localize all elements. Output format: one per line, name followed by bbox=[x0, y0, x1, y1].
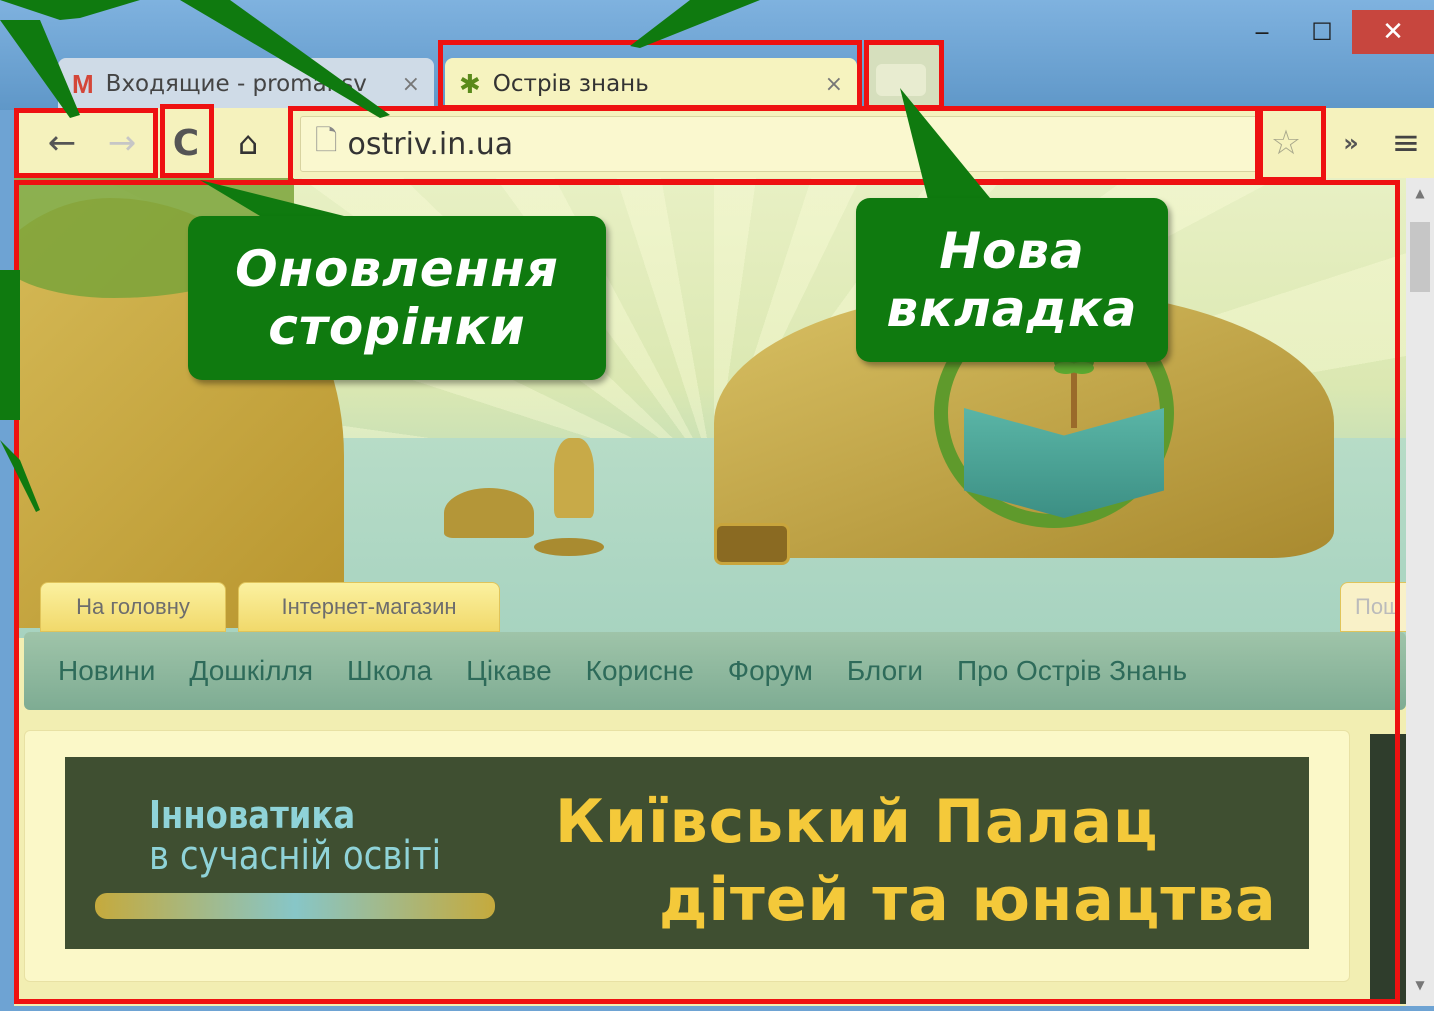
close-window-button[interactable]: ✕ bbox=[1352, 10, 1434, 54]
window-controls: ‒ ☐ ✕ bbox=[1232, 10, 1434, 54]
tab-inbox[interactable]: M Входящие - promansv × bbox=[58, 58, 434, 110]
highlight-active-tab bbox=[438, 40, 862, 110]
tab-close-icon[interactable]: × bbox=[402, 72, 420, 97]
highlight-reload-button bbox=[160, 104, 214, 178]
extensions-overflow-button[interactable]: » bbox=[1336, 118, 1366, 168]
gmail-icon: M bbox=[72, 68, 94, 99]
home-button[interactable]: ⌂ bbox=[226, 118, 270, 168]
highlight-bookmark-star bbox=[1258, 106, 1326, 182]
new-tab-callout-line-2: вкладка bbox=[886, 280, 1138, 338]
highlight-address-bar bbox=[288, 106, 1260, 184]
new-tab-callout-line-1: Нова bbox=[939, 222, 1085, 280]
highlight-new-tab bbox=[864, 40, 944, 110]
highlight-navigation-buttons bbox=[14, 108, 158, 178]
maximize-button[interactable]: ☐ bbox=[1292, 10, 1352, 54]
scroll-up-icon[interactable]: ▲ bbox=[1406, 186, 1434, 206]
new-tab-callout: Нова вкладка bbox=[856, 198, 1168, 362]
menu-button[interactable]: ≡ bbox=[1386, 118, 1426, 168]
reload-callout: Оновлення сторінки bbox=[188, 216, 606, 380]
reload-callout-line-2: сторінки bbox=[268, 298, 526, 356]
vertical-scrollbar[interactable]: ▲ ▼ bbox=[1406, 178, 1434, 1006]
tab-title: Входящие - promansv bbox=[105, 71, 367, 97]
scroll-down-icon[interactable]: ▼ bbox=[1406, 978, 1434, 998]
scroll-thumb[interactable] bbox=[1410, 222, 1430, 292]
reload-callout-line-1: Оновлення bbox=[235, 240, 559, 298]
minimize-button[interactable]: ‒ bbox=[1232, 10, 1292, 54]
